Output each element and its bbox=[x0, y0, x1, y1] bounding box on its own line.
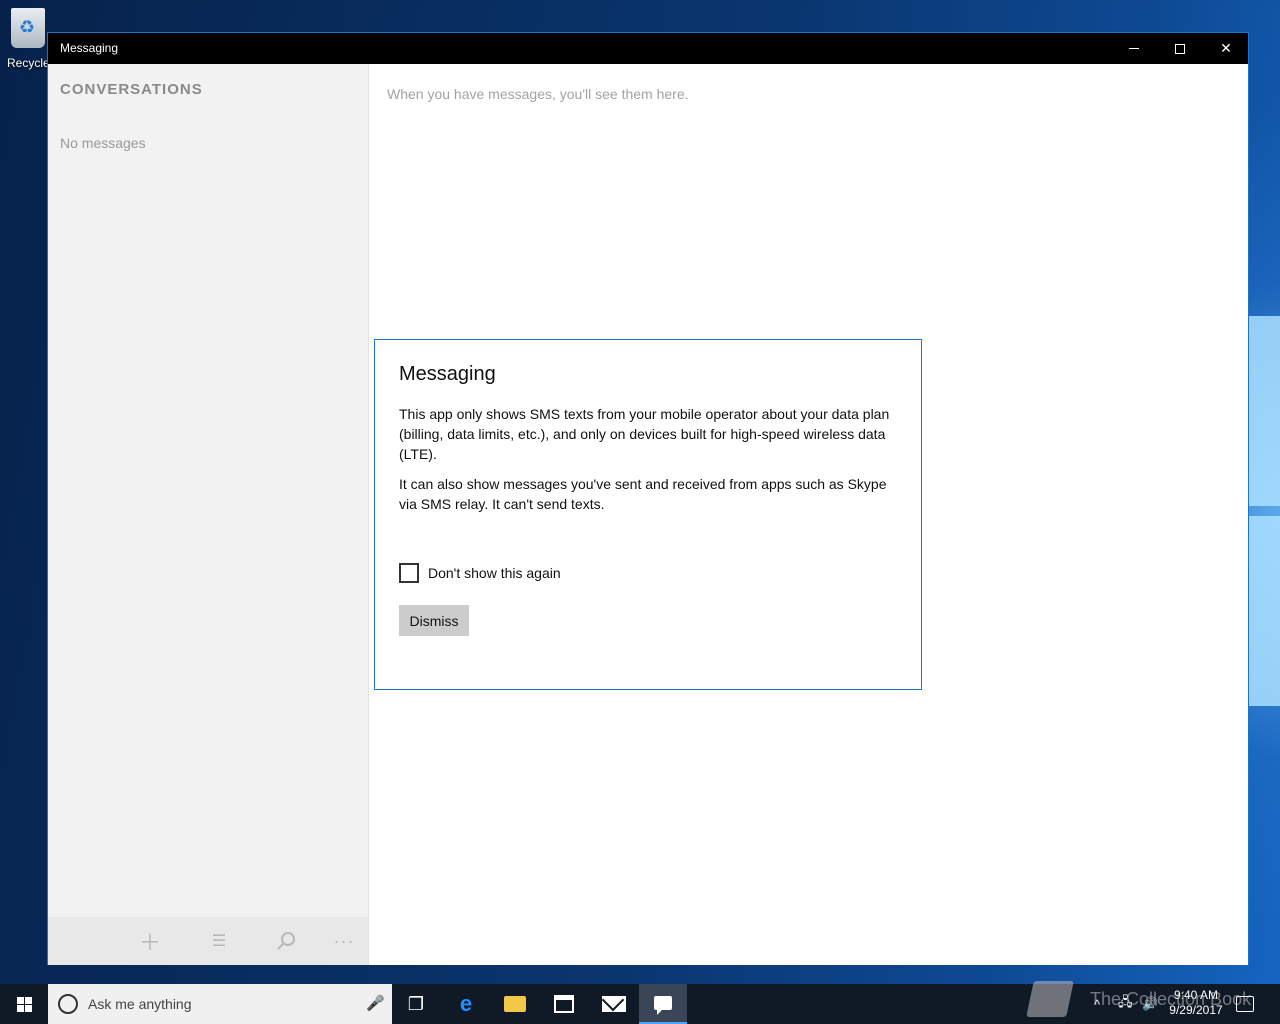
edge-icon: e bbox=[459, 991, 473, 1016]
message-icon bbox=[654, 996, 672, 1015]
mail-button[interactable] bbox=[590, 984, 638, 1024]
app-bar: ＋ ☰ ··· bbox=[48, 917, 368, 965]
select-list-icon: ☰ bbox=[211, 933, 227, 950]
more-icon: ··· bbox=[333, 930, 355, 951]
microphone-icon[interactable]: 🎤 bbox=[366, 994, 385, 1012]
select-button[interactable]: ☰ bbox=[203, 925, 235, 957]
title-bar[interactable]: Messaging ✕ bbox=[48, 33, 1248, 64]
recycle-bin-label: Recycle bbox=[7, 56, 50, 70]
more-button[interactable]: ··· bbox=[328, 925, 360, 957]
wallpaper-logo-pane bbox=[1246, 516, 1280, 706]
folder-icon bbox=[504, 996, 526, 1012]
dialog-paragraph-2: It can also show messages you've sent an… bbox=[399, 476, 887, 512]
task-view-button[interactable]: ❐ bbox=[392, 984, 440, 1024]
info-dialog: Messaging This app only shows SMS texts … bbox=[374, 339, 922, 690]
close-button[interactable]: ✕ bbox=[1203, 33, 1249, 64]
maximize-button[interactable] bbox=[1157, 33, 1203, 64]
dont-show-again-row[interactable]: Don't show this again bbox=[399, 561, 561, 585]
store-icon bbox=[554, 995, 574, 1013]
cortana-icon bbox=[58, 994, 78, 1014]
new-message-button[interactable]: ＋ bbox=[134, 925, 166, 957]
minimize-button[interactable] bbox=[1111, 33, 1157, 64]
maximize-icon bbox=[1175, 43, 1185, 54]
wallpaper-logo-pane bbox=[1246, 316, 1280, 506]
watermark-text: The Collection Book bbox=[1090, 988, 1252, 1009]
search-placeholder: Ask me anything bbox=[88, 996, 192, 1012]
file-explorer-button[interactable] bbox=[491, 984, 539, 1024]
close-icon: ✕ bbox=[1220, 40, 1232, 56]
windows-logo-icon bbox=[16, 996, 32, 1012]
book-icon bbox=[1026, 981, 1074, 1017]
search-icon bbox=[277, 932, 295, 950]
messaging-taskbar-button[interactable] bbox=[639, 984, 687, 1024]
dont-show-again-label[interactable]: Don't show this again bbox=[428, 565, 561, 581]
dialog-paragraph-1: This app only shows SMS texts from your … bbox=[399, 406, 890, 462]
start-button[interactable] bbox=[0, 984, 48, 1024]
recycle-bin-shortcut[interactable]: Recycle bbox=[4, 6, 52, 76]
minimize-icon bbox=[1129, 48, 1139, 49]
plus-icon: ＋ bbox=[138, 930, 161, 955]
dont-show-again-checkbox[interactable] bbox=[399, 563, 419, 583]
dialog-title: Messaging bbox=[399, 363, 496, 385]
search-button[interactable] bbox=[270, 925, 302, 957]
cortana-search-box[interactable]: Ask me anything 🎤 bbox=[48, 984, 392, 1024]
window-title: Messaging bbox=[60, 41, 119, 55]
task-view-icon: ❐ bbox=[407, 993, 425, 1014]
store-button[interactable] bbox=[540, 984, 588, 1024]
watermark: The Collection Book bbox=[1026, 976, 1252, 1022]
edge-button[interactable]: e bbox=[442, 984, 490, 1024]
no-messages-text: No messages bbox=[60, 135, 146, 151]
dismiss-button[interactable]: Dismiss bbox=[399, 605, 469, 636]
recycle-bin-icon bbox=[11, 8, 45, 48]
mail-icon bbox=[602, 996, 626, 1012]
conversations-header: CONVERSATIONS bbox=[60, 81, 203, 98]
conversations-pane: CONVERSATIONS No messages ＋ ☰ ··· bbox=[48, 64, 369, 965]
empty-state-text: When you have messages, you'll see them … bbox=[387, 86, 689, 102]
